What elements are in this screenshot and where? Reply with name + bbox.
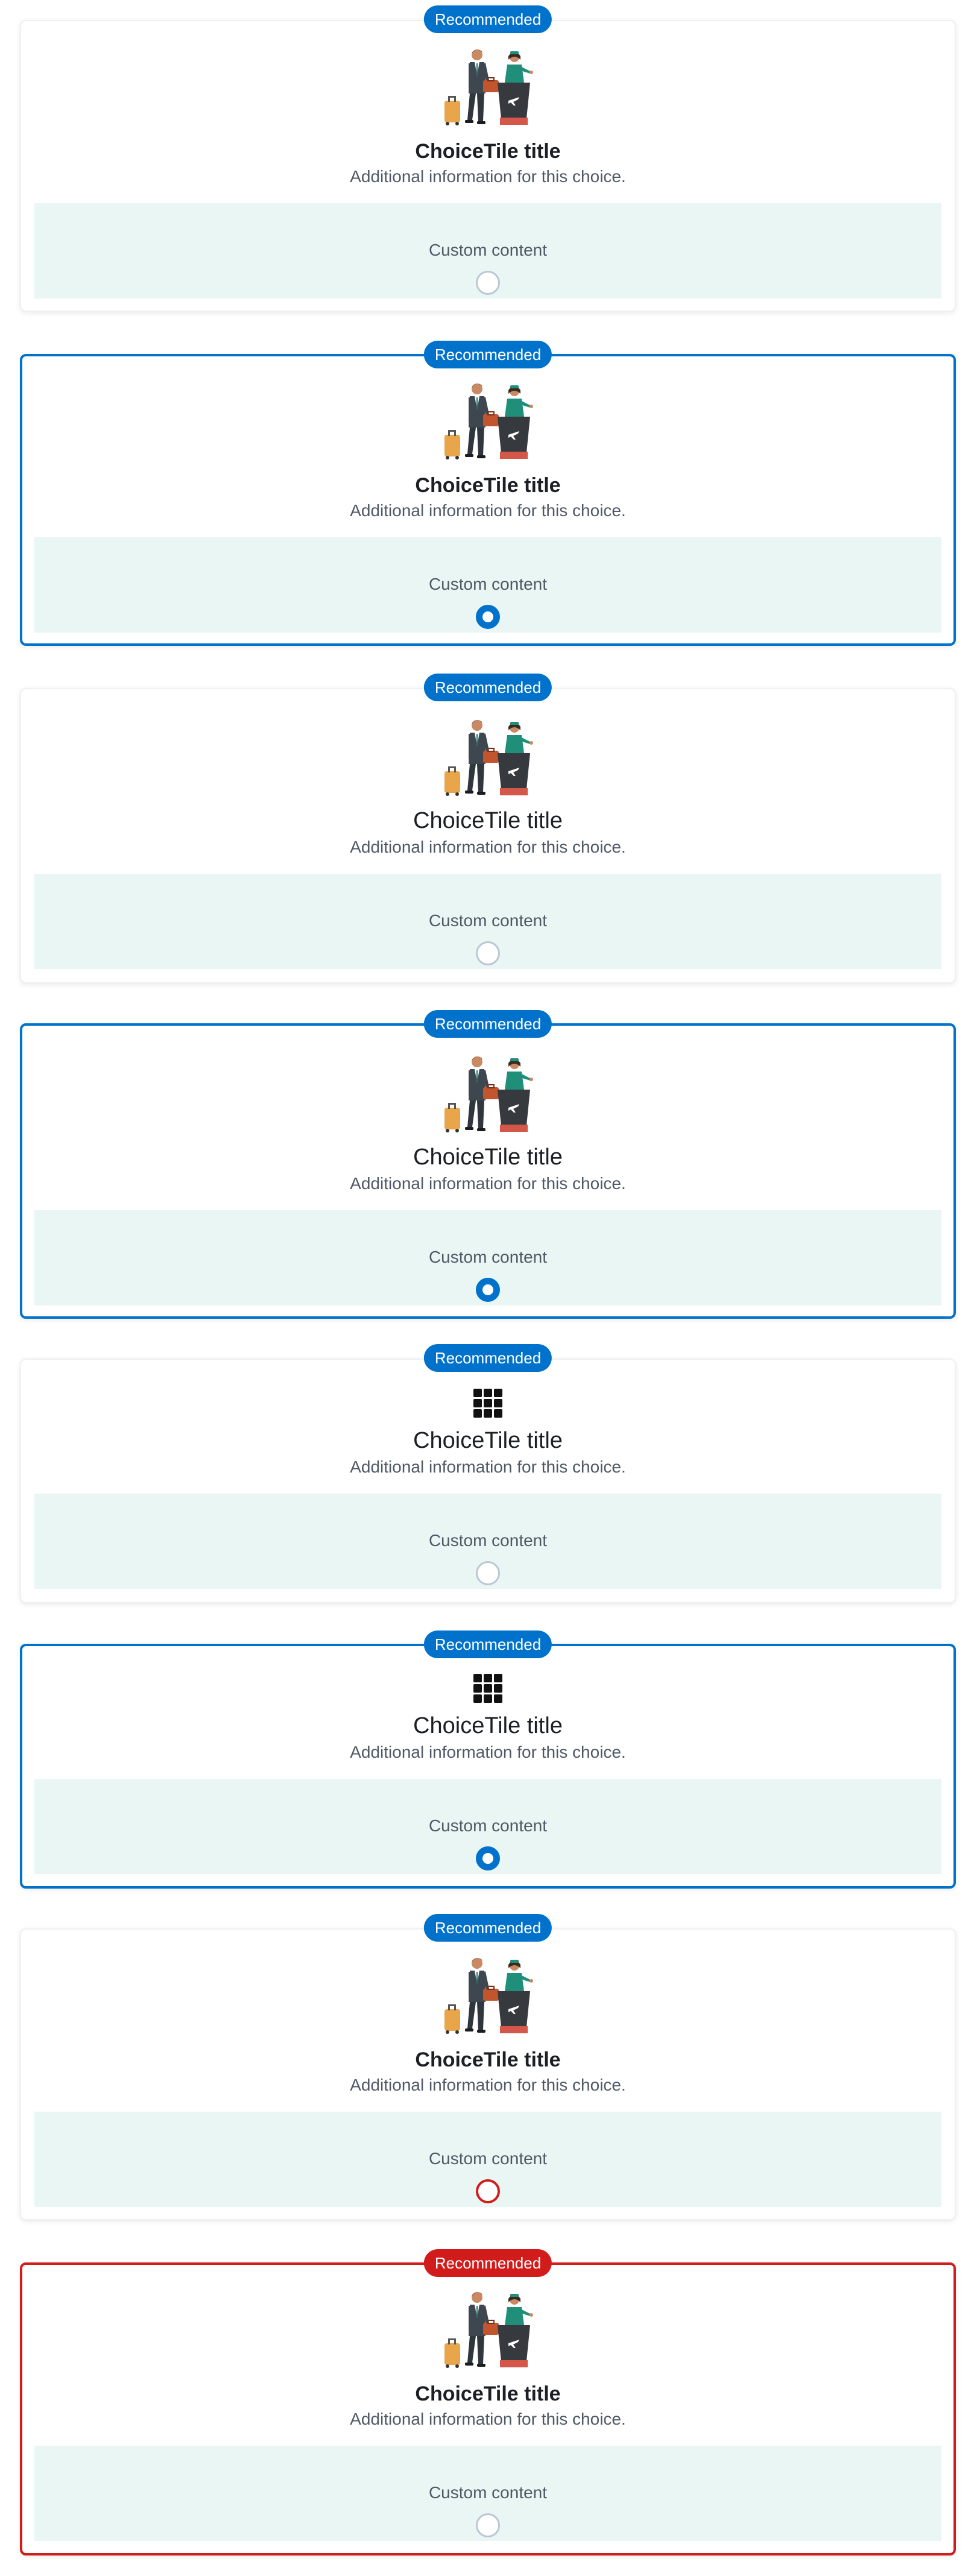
tile-description: Additional information for this choice.	[350, 1457, 626, 1476]
radio-button[interactable]	[476, 271, 500, 295]
radio-button-checked[interactable]	[476, 605, 500, 629]
tile-description: Additional information for this choice.	[350, 501, 626, 520]
radio-button-checked[interactable]	[476, 1846, 500, 1870]
recommended-badge: Recommended	[423, 1914, 552, 1942]
recommended-badge: Recommended	[423, 1344, 552, 1372]
custom-content-area: Custom content	[34, 1779, 941, 1874]
tile-description: Additional information for this choice.	[350, 2076, 626, 2094]
tile-title: ChoiceTile title	[413, 1428, 563, 1453]
tile-title: ChoiceTile title	[415, 2382, 561, 2405]
choice-tile-6[interactable]: Recommended ChoiceTile title Additional …	[20, 1631, 956, 1889]
radio-button[interactable]	[476, 2513, 500, 2537]
custom-content-area: Custom content	[34, 1210, 941, 1305]
custom-content-text: Custom content	[428, 2483, 548, 2502]
radio-button-checked[interactable]	[476, 1278, 500, 1302]
custom-content-text: Custom content	[428, 1248, 548, 1266]
recommended-badge-critical: Recommended	[423, 2249, 552, 2277]
custom-content-area: Custom content	[34, 2446, 941, 2541]
radio-button[interactable]	[476, 1561, 500, 1585]
airport-checkin-illustration	[440, 1052, 536, 1134]
recommended-badge: Recommended	[423, 5, 552, 33]
custom-content-area: Custom content	[34, 203, 941, 298]
custom-content-text: Custom content	[428, 1531, 548, 1550]
custom-content-area: Custom content	[34, 2112, 941, 2207]
tile-description: Additional information for this choice.	[350, 167, 626, 186]
tile-title: ChoiceTile title	[415, 474, 561, 497]
tile-description: Additional information for this choice.	[350, 1743, 626, 1761]
tile-title: ChoiceTile title	[415, 2048, 561, 2071]
airport-checkin-illustration	[440, 1954, 536, 2036]
radio-button[interactable]	[476, 941, 500, 965]
tile-title: ChoiceTile title	[413, 1144, 563, 1170]
custom-content-text: Custom content	[428, 241, 548, 259]
recommended-badge: Recommended	[423, 674, 552, 701]
tile-description: Additional information for this choice.	[350, 1174, 626, 1193]
recommended-badge: Recommended	[423, 341, 552, 368]
custom-content-text: Custom content	[428, 575, 548, 593]
choice-tile-2[interactable]: Recommended ChoiceTile title Additional …	[20, 341, 956, 646]
custom-content-area: Custom content	[34, 1494, 941, 1589]
airport-checkin-illustration	[440, 379, 536, 461]
recommended-badge: Recommended	[423, 1010, 552, 1038]
custom-content-text: Custom content	[428, 911, 548, 930]
airport-checkin-illustration	[440, 45, 536, 127]
radio-button-error[interactable]	[476, 2179, 500, 2203]
choice-tile-1[interactable]: Recommended ChoiceTile title Additional …	[20, 5, 956, 312]
tile-description: Additional information for this choice.	[350, 838, 626, 856]
choice-tile-3[interactable]: Recommended ChoiceTile title Additional …	[20, 674, 956, 983]
custom-content-text: Custom content	[428, 1816, 548, 1835]
tile-title: ChoiceTile title	[413, 1713, 563, 1738]
grid-icon	[473, 1674, 502, 1703]
choice-tile-7[interactable]: Recommended ChoiceTile title Additional …	[20, 1914, 956, 2220]
custom-content-area: Custom content	[34, 537, 941, 633]
custom-content-text: Custom content	[428, 2149, 548, 2168]
custom-content-area: Custom content	[34, 874, 941, 969]
grid-icon	[473, 1389, 502, 1418]
tile-title: ChoiceTile title	[415, 140, 561, 163]
choice-tile-5[interactable]: Recommended ChoiceTile title Additional …	[20, 1344, 956, 1603]
tile-title: ChoiceTile title	[413, 808, 563, 833]
choice-tile-8[interactable]: Recommended ChoiceTile title Additional …	[20, 2249, 956, 2555]
airport-checkin-illustration	[440, 2288, 536, 2370]
tile-description: Additional information for this choice.	[350, 2410, 626, 2428]
choice-tile-4[interactable]: Recommended ChoiceTile title Additional …	[20, 1010, 956, 1319]
recommended-badge: Recommended	[423, 1631, 552, 1658]
airport-checkin-illustration	[440, 716, 536, 798]
